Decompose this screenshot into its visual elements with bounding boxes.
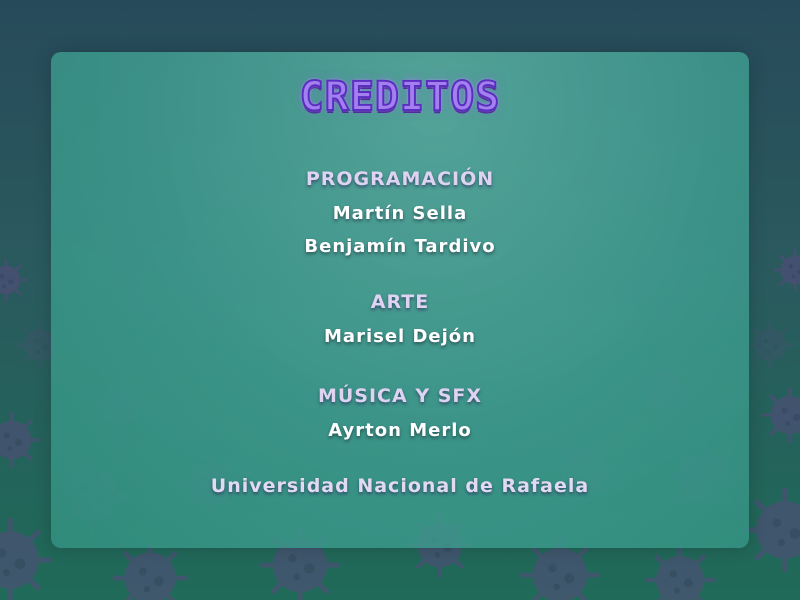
virus-icon xyxy=(115,543,185,600)
virus-icon xyxy=(647,547,713,600)
credit-name: Benjamín Tardivo xyxy=(304,236,496,257)
credit-name: Martín Sella xyxy=(332,203,468,224)
section-heading-art: ARTE xyxy=(370,291,430,313)
credits-screen: { "title": "CREDITOS", "sections": [ { "… xyxy=(0,0,800,600)
section-heading-music: MÚSICA Y SFX xyxy=(317,385,483,407)
section-heading-programming: PROGRAMACIÓN xyxy=(305,168,495,190)
credit-name: Ayrton Merlo xyxy=(328,420,472,441)
university-credit: Universidad Nacional de Rafaela xyxy=(210,475,590,497)
credit-name: Marisel Dejón xyxy=(324,326,476,347)
virus-icon xyxy=(0,520,50,599)
credits-title: CREDITOS xyxy=(299,73,501,121)
virus-icon xyxy=(745,490,800,569)
